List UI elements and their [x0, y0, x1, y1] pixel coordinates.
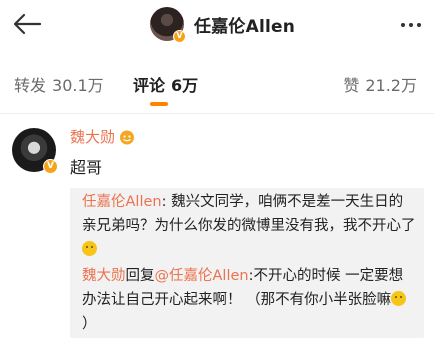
reply-item[interactable]: 魏大勋回复@任嘉伦Allen:不开心的时候 一定要想办法让自己开心起来啊！ （那…: [82, 264, 416, 336]
tab-label: 评论: [133, 76, 166, 95]
reply-username[interactable]: 任嘉伦Allen: [82, 194, 162, 210]
reply-username[interactable]: 魏大勋: [82, 268, 126, 284]
comment-text: 超哥: [70, 158, 103, 177]
tab-bar: 转发 30.1万 评论 6万 赞 21.2万: [0, 64, 434, 116]
top-bar: V 任嘉伦Allen: [0, 0, 434, 52]
verified-badge-icon: V: [43, 159, 58, 174]
more-button[interactable]: [396, 10, 426, 40]
fan-medal-icon: [120, 130, 135, 144]
divider: [0, 113, 434, 114]
active-tab-indicator: [150, 102, 168, 106]
tab-count: 30.1万: [52, 76, 104, 95]
back-button[interactable]: [6, 6, 48, 42]
tab-count: 21.2万: [365, 76, 417, 95]
laugh-emoji-icon: [391, 291, 407, 306]
reply-item[interactable]: 任嘉伦Allen: 魏兴文同学，咱俩不是差一天生日的亲兄弟吗？为什么你发的微博里…: [82, 190, 416, 262]
tab-count: 6万: [171, 76, 199, 95]
page-title: 任嘉伦Allen: [194, 16, 296, 37]
reply-thread[interactable]: 任嘉伦Allen: 魏兴文同学，咱俩不是差一天生日的亲兄弟吗？为什么你发的微博里…: [70, 188, 424, 338]
reply-mention[interactable]: @任嘉伦Allen: [155, 268, 249, 284]
back-arrow-icon: [13, 13, 42, 35]
commenter-username: 魏大勋: [70, 128, 116, 146]
tab-label: 转发: [14, 76, 47, 95]
tab-label: 赞: [343, 76, 360, 95]
verified-badge-icon: V: [173, 30, 186, 43]
reply-separator: :: [161, 194, 172, 210]
more-dots-icon: [401, 23, 421, 27]
reply-tail: ）: [82, 316, 97, 332]
reply-verb: 回复: [125, 268, 155, 284]
commenter-avatar[interactable]: V: [12, 128, 58, 174]
post-author[interactable]: V 任嘉伦Allen: [150, 4, 295, 44]
commenter-name[interactable]: 魏大勋: [70, 126, 135, 147]
tab-repost[interactable]: 转发 30.1万: [14, 72, 104, 96]
sad-face-emoji-icon: [82, 241, 97, 256]
tab-comments[interactable]: 评论 6万: [133, 72, 198, 96]
avatar[interactable]: V: [150, 7, 186, 43]
tab-likes[interactable]: 赞 21.2万: [343, 72, 417, 96]
